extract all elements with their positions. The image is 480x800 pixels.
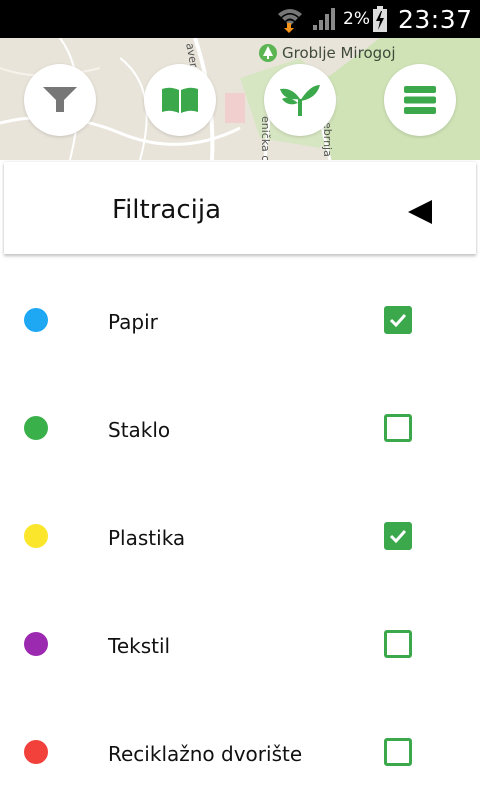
funnel-icon: [43, 87, 77, 112]
filter-panel: Filtracija Papir Staklo Plastika Tekstil…: [0, 160, 480, 800]
category-color-dot: [24, 632, 48, 656]
park-icon: [259, 44, 277, 62]
category-checkbox[interactable]: [384, 414, 412, 442]
map-poi[interactable]: Groblje Mirogoj: [258, 43, 395, 63]
open-book-icon: [162, 87, 198, 113]
signal-icon: [312, 0, 340, 38]
list-item[interactable]: Staklo: [0, 368, 480, 448]
menu-button[interactable]: [384, 64, 456, 136]
hamburger-icon: [404, 86, 436, 114]
guide-button[interactable]: [144, 64, 216, 136]
map-view[interactable]: Groblje Mirogoj aversk enička c ebrnja: [0, 38, 480, 160]
panel-title: Filtracija: [112, 195, 222, 225]
category-checkbox-checked[interactable]: [384, 306, 412, 334]
map-poi-label: Groblje Mirogoj: [282, 44, 396, 62]
category-color-dot: [24, 740, 48, 764]
triangle-left-icon[interactable]: [406, 198, 434, 231]
checkmark-icon: [389, 313, 407, 327]
list-item[interactable]: Reciklažno dvorište: [0, 692, 480, 772]
category-checkbox-checked[interactable]: [384, 522, 412, 550]
category-color-dot: [24, 416, 48, 440]
sprout-icon: [280, 85, 320, 116]
map-street-label: enička c: [259, 116, 272, 160]
category-color-dot: [24, 308, 48, 332]
list-item[interactable]: Tekstil: [0, 584, 480, 664]
eco-button[interactable]: [264, 64, 336, 136]
app-screen: 2% 23:37 Groblje Mirogoj aversk enička c…: [0, 0, 480, 800]
category-label: Tekstil: [108, 634, 171, 658]
battery-charging-icon: [372, 0, 390, 38]
list-item[interactable]: Papir: [0, 260, 480, 340]
wifi-download-icon: [276, 0, 308, 38]
category-label: Plastika: [108, 526, 186, 550]
filter-header[interactable]: Filtracija: [4, 162, 476, 254]
category-checkbox[interactable]: [384, 738, 412, 766]
battery-percent: 2%: [343, 9, 370, 29]
category-label: Reciklažno dvorište: [108, 742, 303, 766]
category-checkbox[interactable]: [384, 630, 412, 658]
category-color-dot: [24, 524, 48, 548]
filter-button[interactable]: [24, 64, 96, 136]
clock: 23:37: [398, 4, 473, 34]
category-label: Staklo: [108, 418, 171, 442]
status-bar: 2% 23:37: [0, 0, 480, 38]
list-item[interactable]: Plastika: [0, 476, 480, 556]
category-label: Papir: [108, 310, 158, 334]
checkmark-icon: [389, 529, 407, 543]
